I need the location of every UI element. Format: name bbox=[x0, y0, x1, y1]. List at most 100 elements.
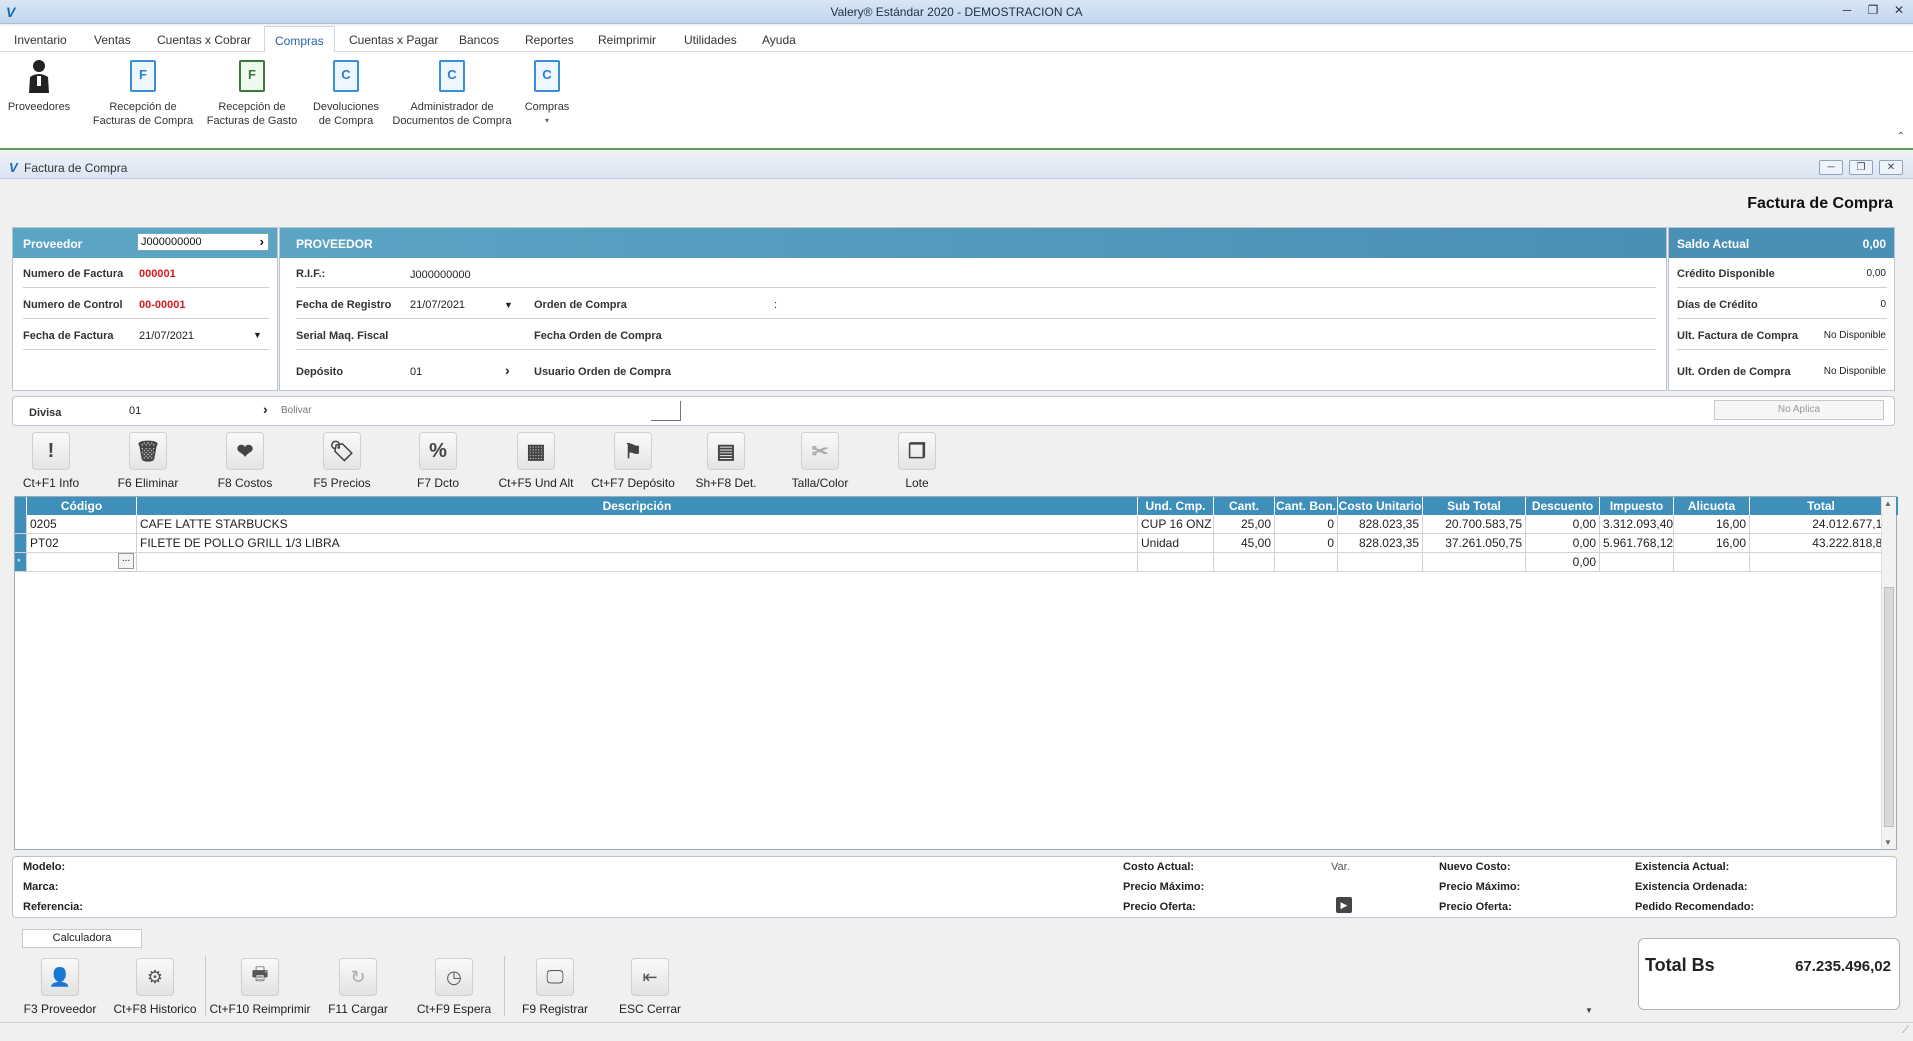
play-icon[interactable]: ▶ bbox=[1336, 897, 1352, 913]
proveedores-button[interactable]: Proveedores bbox=[4, 58, 74, 114]
col-cant[interactable]: Cant. bbox=[1214, 497, 1275, 515]
table-cell[interactable]: 0,00 bbox=[1526, 515, 1600, 534]
window-close-icon[interactable]: ✕ bbox=[1879, 160, 1903, 175]
minimize-icon[interactable]: ─ bbox=[1839, 3, 1855, 17]
table-cell[interactable]: 828.023,35 bbox=[1338, 534, 1423, 553]
table-cell[interactable]: PT02 bbox=[27, 534, 137, 553]
col-sub-total[interactable]: Sub Total bbox=[1423, 497, 1526, 515]
proveedor-arrow-icon[interactable]: › bbox=[260, 234, 264, 249]
menu-utilidades[interactable]: Utilidades bbox=[684, 33, 737, 47]
eliminar-button[interactable]: 🗑 F6 Eliminar bbox=[108, 432, 188, 490]
recepcion-facturas-compra-button[interactable]: F Recepción de Facturas de Compra bbox=[88, 58, 198, 128]
new-row-codigo-input[interactable]: ... bbox=[27, 553, 137, 572]
table-cell[interactable]: 0,00 bbox=[1526, 534, 1600, 553]
expand-arrow-icon[interactable]: ▼ bbox=[1585, 1006, 1593, 1015]
talla-color-button[interactable]: ✂ Talla/Color bbox=[780, 432, 860, 490]
table-cell[interactable]: 43.222.818,87 bbox=[1750, 534, 1893, 553]
table-cell[interactable]: 0 bbox=[1275, 515, 1338, 534]
proveedor-button[interactable]: 👤 F3 Proveedor bbox=[18, 958, 102, 1016]
table-cell[interactable]: 0,00 bbox=[1526, 553, 1600, 572]
divisa-arrow-icon[interactable]: › bbox=[263, 401, 268, 417]
costos-button[interactable]: ❤ F8 Costos bbox=[205, 432, 285, 490]
recepcion-facturas-gasto-button[interactable]: F Recepción de Facturas de Gasto bbox=[202, 58, 302, 128]
fecha-factura-input[interactable]: 21/07/2021 bbox=[139, 330, 194, 342]
deposito-button[interactable]: ⚑ Ct+F7 Depósito bbox=[588, 432, 678, 490]
historico-button[interactable]: ⚙ Ct+F8 Historico bbox=[112, 958, 198, 1016]
grid-scrollbar[interactable]: ▲ ▼ bbox=[1881, 497, 1896, 849]
compras-button[interactable]: C Compras ▾ bbox=[518, 58, 576, 128]
und-alt-button[interactable]: ▦ Ct+F5 Und Alt bbox=[496, 432, 576, 490]
scrollbar-thumb[interactable] bbox=[1884, 587, 1894, 827]
administrador-documentos-button[interactable]: C Administrador de Documentos de Compra bbox=[390, 58, 514, 128]
menu-compras[interactable]: Compras bbox=[264, 26, 335, 53]
window-minimize-icon[interactable]: ─ bbox=[1819, 160, 1843, 175]
table-cell[interactable]: 20.700.583,75 bbox=[1423, 515, 1526, 534]
menu-reportes[interactable]: Reportes bbox=[525, 33, 574, 47]
table-cell[interactable]: 0 bbox=[1275, 534, 1338, 553]
info-button[interactable]: ! Ct+F1 Info bbox=[11, 432, 91, 490]
row-selector[interactable] bbox=[15, 534, 27, 553]
menu-ventas[interactable]: Ventas bbox=[94, 33, 131, 47]
scroll-up-icon[interactable]: ▲ bbox=[1884, 499, 1892, 508]
table-cell[interactable]: 25,00 bbox=[1214, 515, 1275, 534]
table-cell[interactable]: CAFE LATTE STARBUCKS bbox=[137, 515, 1138, 534]
registrar-button[interactable]: 🖵 F9 Registrar bbox=[513, 958, 597, 1016]
col-alicuota[interactable]: Alicuota bbox=[1674, 497, 1750, 515]
fecha-factura-dropdown-icon[interactable]: ▼ bbox=[253, 330, 262, 340]
col-cant-bon[interactable]: Cant. Bon. bbox=[1275, 497, 1338, 515]
restore-icon[interactable]: ❐ bbox=[1865, 3, 1881, 17]
table-cell[interactable]: 16,00 bbox=[1674, 534, 1750, 553]
espera-button[interactable]: ◷ Ct+F9 Espera bbox=[412, 958, 496, 1016]
menu-inventario[interactable]: Inventario bbox=[14, 33, 67, 47]
col-impuesto[interactable]: Impuesto bbox=[1600, 497, 1674, 515]
resize-grip-icon[interactable]: ⟋ bbox=[1902, 1025, 1909, 1036]
divisa-rate-input[interactable] bbox=[651, 401, 681, 421]
close-icon[interactable]: ✕ bbox=[1891, 3, 1907, 17]
scroll-down-icon[interactable]: ▼ bbox=[1884, 838, 1892, 847]
row-selector[interactable] bbox=[15, 515, 27, 534]
lote-button[interactable]: ❐ Lote bbox=[877, 432, 957, 490]
window-restore-icon[interactable]: ❐ bbox=[1849, 160, 1873, 175]
table-cell[interactable]: 16,00 bbox=[1674, 515, 1750, 534]
devoluciones-compra-button[interactable]: C Devoluciones de Compra bbox=[306, 58, 386, 128]
deposito-arrow-icon[interactable]: › bbox=[505, 362, 510, 378]
col-costo-unitario[interactable]: Costo Unitario bbox=[1338, 497, 1423, 515]
divisa-code-input[interactable]: 01 bbox=[129, 405, 141, 417]
fecha-registro-input[interactable]: 21/07/2021 bbox=[410, 299, 465, 311]
menu-bancos[interactable]: Bancos bbox=[459, 33, 499, 47]
cerrar-button[interactable]: ⇤ ESC Cerrar bbox=[608, 958, 692, 1016]
col-descripcion[interactable]: Descripción bbox=[137, 497, 1138, 515]
col-und-cmp[interactable]: Und. Cmp. bbox=[1138, 497, 1214, 515]
numero-factura[interactable]: 000001 bbox=[139, 268, 176, 280]
descuento-button[interactable]: % F7 Dcto bbox=[398, 432, 478, 490]
table-cell[interactable]: 24.012.677,15 bbox=[1750, 515, 1893, 534]
precios-button[interactable]: 🏷 F5 Precios bbox=[302, 432, 382, 490]
table-cell[interactable]: 37.261.050,75 bbox=[1423, 534, 1526, 553]
fecha-registro-dropdown-icon[interactable]: ▼ bbox=[504, 300, 513, 310]
menu-reimprimir[interactable]: Reimprimir bbox=[598, 33, 656, 47]
table-cell[interactable]: Unidad bbox=[1138, 534, 1214, 553]
col-total[interactable]: Total bbox=[1750, 497, 1893, 515]
reimprimir-button[interactable]: 🖶 Ct+F10 Reimprimir bbox=[208, 958, 312, 1016]
cargar-button[interactable]: ↻ F11 Cargar bbox=[316, 958, 400, 1016]
col-descuento[interactable]: Descuento bbox=[1526, 497, 1600, 515]
menu-ayuda[interactable]: Ayuda bbox=[762, 33, 796, 47]
col-codigo[interactable]: Código bbox=[27, 497, 137, 515]
table-cell[interactable]: 3.312.093,40 bbox=[1600, 515, 1674, 534]
table-cell[interactable]: 828.023,35 bbox=[1338, 515, 1423, 534]
table-cell[interactable]: CUP 16 ONZ bbox=[1138, 515, 1214, 534]
menu-cuentas-pagar[interactable]: Cuentas x Pagar bbox=[349, 33, 438, 47]
table-cell[interactable]: 0205 bbox=[27, 515, 137, 534]
numero-control[interactable]: 00-00001 bbox=[139, 299, 186, 311]
deposito-input[interactable]: 01 bbox=[410, 366, 422, 378]
table-cell[interactable]: 45,00 bbox=[1214, 534, 1275, 553]
orden-compra-input[interactable]: : bbox=[774, 299, 777, 311]
collapse-ribbon-icon[interactable]: ⌃ bbox=[1897, 131, 1905, 142]
menu-cuentas-cobrar[interactable]: Cuentas x Cobrar bbox=[157, 33, 251, 47]
new-row-selector[interactable]: * bbox=[15, 553, 27, 572]
proveedor-input[interactable]: J000000000 › bbox=[137, 233, 269, 251]
table-cell[interactable]: 5.961.768,12 bbox=[1600, 534, 1674, 553]
table-cell[interactable]: FILETE DE POLLO GRILL 1/3 LIBRA bbox=[137, 534, 1138, 553]
detalle-button[interactable]: ▤ Sh+F8 Det. bbox=[686, 432, 766, 490]
lookup-ellipsis-button[interactable]: ... bbox=[118, 553, 134, 569]
